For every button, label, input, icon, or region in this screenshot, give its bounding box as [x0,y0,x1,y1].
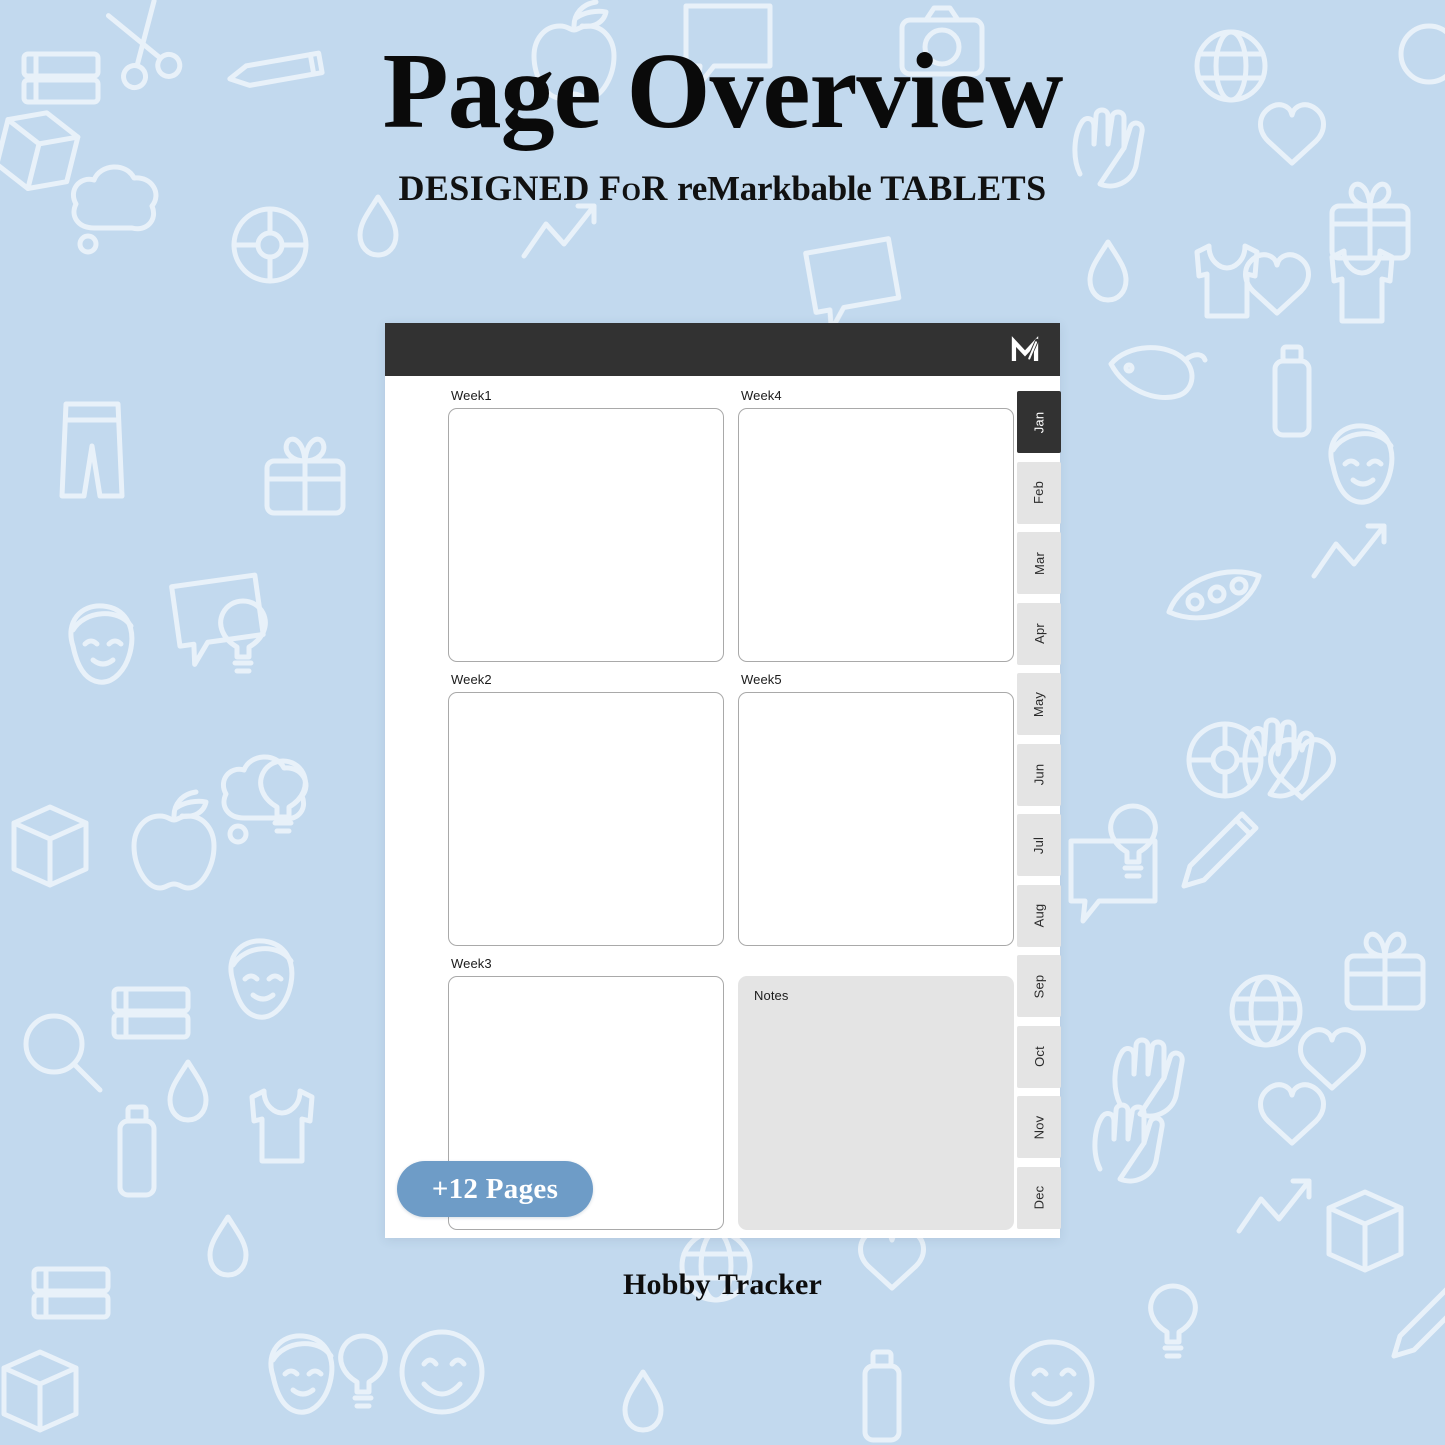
month-tab-label-may: May [1031,691,1047,717]
writing-area-notes[interactable]: Notes [738,976,1014,1230]
month-tab-label-apr: Apr [1031,623,1047,645]
month-tab-nov[interactable]: Nov [1017,1096,1061,1159]
slot-notes[interactable]: Notes [738,955,1014,1230]
slot-label-week3: Week3 [451,956,492,971]
pages-count-badge: +12 Pages [397,1161,593,1217]
writing-area-week5[interactable] [738,692,1014,946]
month-tab-label-mar: Mar [1031,551,1047,575]
title-block: Page Overview DESIGNED FoR reMarkbable T… [0,0,1445,209]
month-tab-label-oct: Oct [1031,1046,1047,1068]
writing-area-week1[interactable] [448,408,724,662]
month-tab-may[interactable]: May [1017,673,1061,736]
slot-week5[interactable]: Week5 [738,671,1014,946]
slot-label-week5: Week5 [741,672,782,687]
tablet-page-mockup: Week1 Week4 Week2 Week5 Week3 Notes [385,323,1060,1238]
slot-label-week1: Week1 [451,388,492,403]
page-topbar [385,323,1060,376]
month-tab-strip: Jan Feb Mar Apr May Jun Jul Aug Sep Oct … [1017,391,1061,1229]
month-tab-jul[interactable]: Jul [1017,814,1061,877]
page-title: Page Overview [382,32,1064,151]
month-tab-dec[interactable]: Dec [1017,1166,1061,1229]
page-body: Week1 Week4 Week2 Week5 Week3 Notes [385,376,1060,1238]
slot-week1[interactable]: Week1 [448,387,724,662]
month-tab-label-aug: Aug [1031,903,1047,928]
slot-label-week2: Week2 [451,672,492,687]
month-tab-label-jul: Jul [1031,836,1047,854]
promo-graphic: Page Overview DESIGNED FoR reMarkbable T… [0,0,1445,1445]
subtitle-suffix: TABLETS [871,168,1047,209]
month-tab-label-dec: Dec [1031,1185,1047,1210]
month-tab-aug[interactable]: Aug [1017,884,1061,947]
product-caption: Hobby Tracker [623,1268,822,1301]
month-tab-sep[interactable]: Sep [1017,955,1061,1018]
month-tab-feb[interactable]: Feb [1017,461,1061,524]
month-tab-label-jun: Jun [1031,763,1047,786]
subtitle-brand: reMarkbable [677,169,872,209]
month-tab-apr[interactable]: Apr [1017,602,1061,665]
writing-area-week2[interactable] [448,692,724,946]
subtitle-prefix: DESIGNED FoR [398,168,678,209]
week-grid: Week1 Week4 Week2 Week5 Week3 Notes [448,387,1014,1230]
month-tab-label-jan: Jan [1031,411,1047,433]
slot-label-notes: Notes [754,988,789,1003]
slot-label-week4: Week4 [741,388,782,403]
month-tab-mar[interactable]: Mar [1017,532,1061,595]
month-tab-label-feb: Feb [1031,481,1047,505]
month-tab-oct[interactable]: Oct [1017,1025,1061,1088]
month-tab-label-sep: Sep [1031,974,1047,999]
month-tab-label-nov: Nov [1031,1115,1047,1140]
month-tab-jan[interactable]: Jan [1017,391,1061,453]
slot-week2[interactable]: Week2 [448,671,724,946]
slot-week4[interactable]: Week4 [738,387,1014,662]
month-tab-jun[interactable]: Jun [1017,743,1061,806]
page-subtitle: DESIGNED FoR reMarkbable TABLETS [0,155,1445,209]
remarkable-m-logo [1011,335,1039,361]
writing-area-week4[interactable] [738,408,1014,662]
